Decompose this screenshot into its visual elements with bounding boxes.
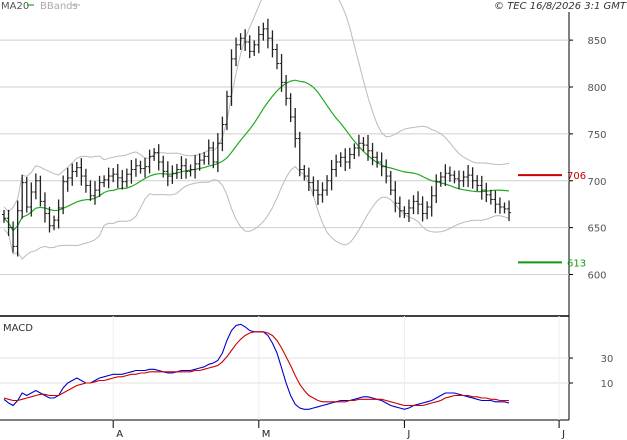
x-axis-ticks: AMJJA bbox=[112, 420, 565, 440]
y-tick-label: 600 bbox=[587, 271, 606, 282]
legend-ma20: MA20 bbox=[1, 1, 29, 12]
support-label: 613 bbox=[567, 258, 586, 269]
copyright-text: © TEC 16/8/2026 3:1 GMT bbox=[494, 1, 627, 12]
x-tick-label: M bbox=[262, 429, 271, 440]
y-tick-label: 850 bbox=[587, 36, 606, 47]
x-tick-label: J bbox=[406, 429, 410, 440]
y-tick-label: 700 bbox=[587, 177, 606, 188]
macd-y-ticks: 30 10 bbox=[569, 354, 613, 390]
price-panel bbox=[0, 12, 569, 312]
y-tick-label: 800 bbox=[587, 83, 606, 94]
signal-line bbox=[3, 331, 509, 407]
macd-gridlines bbox=[0, 316, 569, 420]
y-tick-label: 650 bbox=[587, 224, 606, 235]
macd-lines bbox=[3, 323, 510, 410]
macd-y-tick-label: 10 bbox=[601, 379, 614, 390]
legend-bbands: BBands bbox=[40, 1, 78, 12]
y-tick-label: 750 bbox=[587, 130, 606, 141]
price-chart: 706613 850800750700650600 3010 AMJJA MA2… bbox=[0, 0, 627, 440]
macd-title: MACD bbox=[3, 323, 33, 334]
price-y-ticks: 850 800 750 700 650 600 bbox=[569, 36, 607, 282]
macd-y-tick-label: 30 bbox=[601, 354, 614, 365]
macd-line bbox=[3, 323, 510, 410]
x-tick-label: J bbox=[561, 429, 565, 440]
x-tick-label: A bbox=[116, 429, 123, 440]
